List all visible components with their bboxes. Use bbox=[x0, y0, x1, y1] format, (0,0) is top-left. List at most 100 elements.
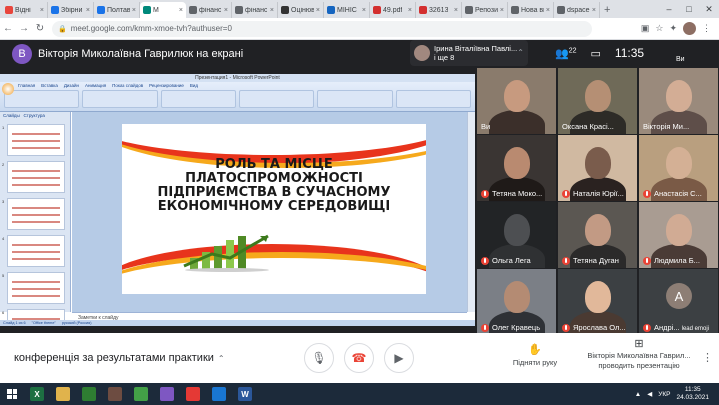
star-icon[interactable]: ☆ bbox=[655, 23, 663, 34]
participant-tile[interactable]: Тетяна Моко... bbox=[477, 135, 556, 201]
maximize-icon[interactable]: □ bbox=[679, 0, 699, 18]
taskbar-app[interactable] bbox=[128, 383, 154, 405]
url-input[interactable]: 🔒 meet.google.com/kmm-xmoe-tvh?authuser=… bbox=[52, 20, 592, 37]
browser-tab[interactable]: М × bbox=[140, 2, 186, 18]
presenter-badge: В Вікторія Миколаївна Гаврилюк на екрані bbox=[12, 44, 243, 64]
end-call-button[interactable]: ☎ bbox=[344, 343, 374, 373]
slide-thumbnail[interactable]: 5 bbox=[2, 272, 65, 304]
slide-thumbnail[interactable]: 1 bbox=[2, 124, 65, 156]
close-window-icon[interactable]: ✕ bbox=[699, 0, 719, 18]
ribbon-tab[interactable]: Вид bbox=[190, 83, 198, 88]
minimize-icon[interactable]: – bbox=[659, 0, 679, 18]
ribbon-tab[interactable]: Показ слайдов bbox=[112, 83, 143, 88]
camera-button[interactable]: ▶ bbox=[384, 343, 414, 373]
network-icon[interactable]: ▲ bbox=[635, 391, 641, 398]
forward-icon[interactable]: → bbox=[16, 23, 32, 34]
more-options-icon[interactable]: ⋮ bbox=[702, 351, 713, 364]
tab-close-icon[interactable]: × bbox=[270, 7, 274, 14]
tab-close-icon[interactable]: × bbox=[179, 7, 183, 14]
browser-tab[interactable]: Відні × bbox=[2, 2, 48, 18]
taskbar-app[interactable] bbox=[180, 383, 206, 405]
taskbar-app[interactable] bbox=[206, 383, 232, 405]
browser-tab[interactable]: 49.pdf × bbox=[370, 2, 416, 18]
taskbar-app[interactable] bbox=[154, 383, 180, 405]
participant-tile[interactable]: Анастасія С... bbox=[639, 135, 718, 201]
participant-tile[interactable]: Людмила Б... bbox=[639, 202, 718, 268]
tab-close-icon[interactable]: × bbox=[454, 7, 458, 14]
participant-tile[interactable]: А Андрі... lead emoji bbox=[639, 269, 718, 335]
profile-avatar[interactable] bbox=[683, 22, 696, 35]
browser-tab[interactable]: Збірни × bbox=[48, 2, 94, 18]
participant-tile[interactable]: Ольга Лега bbox=[477, 202, 556, 268]
tray-clock[interactable]: 11:35 24.03.2021 bbox=[676, 386, 709, 402]
tab-close-icon[interactable]: × bbox=[132, 7, 136, 14]
participant-tile[interactable]: Олег Кравець bbox=[477, 269, 556, 335]
raise-hand-button[interactable]: ✋ Підняти руку bbox=[505, 343, 565, 367]
ribbon-tab[interactable]: Рецензирование bbox=[149, 83, 184, 88]
ribbon-tab[interactable]: Анимация bbox=[85, 83, 106, 88]
participant-tile[interactable]: Ярослава Ол... bbox=[558, 269, 637, 335]
input-language[interactable]: УКР bbox=[658, 391, 670, 398]
start-button[interactable] bbox=[0, 383, 24, 405]
tray-time: 11:35 bbox=[684, 386, 701, 393]
slide-thumbnail[interactable]: 2 bbox=[2, 161, 65, 193]
browser-tab[interactable]: Полтав × bbox=[94, 2, 140, 18]
browser-tab[interactable]: dspace × bbox=[554, 2, 600, 18]
taskbar-app[interactable]: X bbox=[24, 383, 50, 405]
tab-close-icon[interactable]: × bbox=[224, 7, 228, 14]
tab-close-icon[interactable]: × bbox=[500, 7, 504, 14]
volume-icon[interactable]: ◀ bbox=[647, 390, 652, 398]
slide-thumbnail[interactable]: 4 bbox=[2, 235, 65, 267]
participant-tile[interactable]: Вікторія Ми... bbox=[639, 68, 718, 134]
tab-close-icon[interactable]: × bbox=[546, 7, 550, 14]
ribbon-tab[interactable]: Главная bbox=[18, 83, 35, 88]
self-label: Ви bbox=[676, 56, 685, 63]
browser-tab[interactable]: Оцінюв × bbox=[278, 2, 324, 18]
tab-close-icon[interactable]: × bbox=[40, 7, 44, 14]
slide-thumbnail-number: 6 bbox=[2, 310, 5, 315]
pin-icon[interactable]: ⌃ bbox=[517, 48, 524, 57]
pinned-participant-card[interactable]: Ірина Віталіївна Павлі... і ще 8 ⌃ bbox=[410, 40, 528, 66]
new-tab-button[interactable]: + bbox=[600, 2, 614, 18]
participant-tile[interactable]: Оксана Красі... bbox=[558, 68, 637, 134]
ppt-scrollbar[interactable] bbox=[467, 112, 475, 312]
browser-tab[interactable]: фінанс × bbox=[186, 2, 232, 18]
tab-close-icon[interactable]: × bbox=[86, 7, 90, 14]
participant-tile[interactable]: Тетяна Дуган bbox=[558, 202, 637, 268]
menu-icon[interactable]: ⋮ bbox=[702, 23, 711, 34]
taskbar-app[interactable]: W bbox=[232, 383, 258, 405]
mic-button[interactable]: 🎙 bbox=[304, 343, 334, 373]
ribbon-tab[interactable]: Вставка bbox=[41, 83, 58, 88]
tab-close-icon[interactable]: × bbox=[408, 7, 412, 14]
browser-tab[interactable]: Репози × bbox=[462, 2, 508, 18]
taskbar-app[interactable] bbox=[50, 383, 76, 405]
slide-thumbnail-number: 4 bbox=[2, 236, 5, 241]
taskbar-app[interactable] bbox=[102, 383, 128, 405]
extension-icon[interactable]: ✦ bbox=[669, 23, 677, 34]
browser-tab[interactable]: фінанс × bbox=[232, 2, 278, 18]
tab-label: dspace bbox=[567, 6, 590, 14]
taskbar-app[interactable] bbox=[76, 383, 102, 405]
participant-name: Вікторія Ми... bbox=[643, 122, 716, 131]
back-icon[interactable]: ← bbox=[0, 23, 16, 34]
browser-tab[interactable]: МІНІС × bbox=[324, 2, 370, 18]
tab-close-icon[interactable]: × bbox=[362, 7, 366, 14]
participant-face bbox=[585, 281, 611, 313]
tab-close-icon[interactable]: × bbox=[592, 7, 596, 14]
ribbon-tab[interactable]: Дизайн bbox=[64, 83, 79, 88]
browser-tab[interactable]: Нова вклад× bbox=[508, 2, 554, 18]
chat-icon[interactable]: ▭ bbox=[591, 47, 601, 60]
present-button[interactable]: ⊞ Вікторія Миколаївна Гаврил... проводит… bbox=[574, 339, 704, 371]
participant-tile[interactable]: Наталія Юрії... bbox=[558, 135, 637, 201]
people-icon[interactable]: 👥22 bbox=[555, 47, 577, 60]
tab-close-icon[interactable]: × bbox=[316, 7, 320, 14]
participant-tile[interactable]: Ви bbox=[477, 68, 556, 134]
camera-icon[interactable]: ▣ bbox=[641, 23, 650, 34]
thumbnail-line bbox=[12, 221, 60, 223]
browser-tab[interactable]: 32613 × bbox=[416, 2, 462, 18]
reload-icon[interactable]: ↻ bbox=[32, 23, 48, 34]
participant-name-text: Вікторія Ми... bbox=[643, 122, 690, 131]
meeting-name[interactable]: конференція за результатами практики ⌃ bbox=[14, 352, 225, 364]
slide-thumbnail[interactable]: 3 bbox=[2, 198, 65, 230]
video-camera-icon: ▶ bbox=[394, 351, 404, 365]
